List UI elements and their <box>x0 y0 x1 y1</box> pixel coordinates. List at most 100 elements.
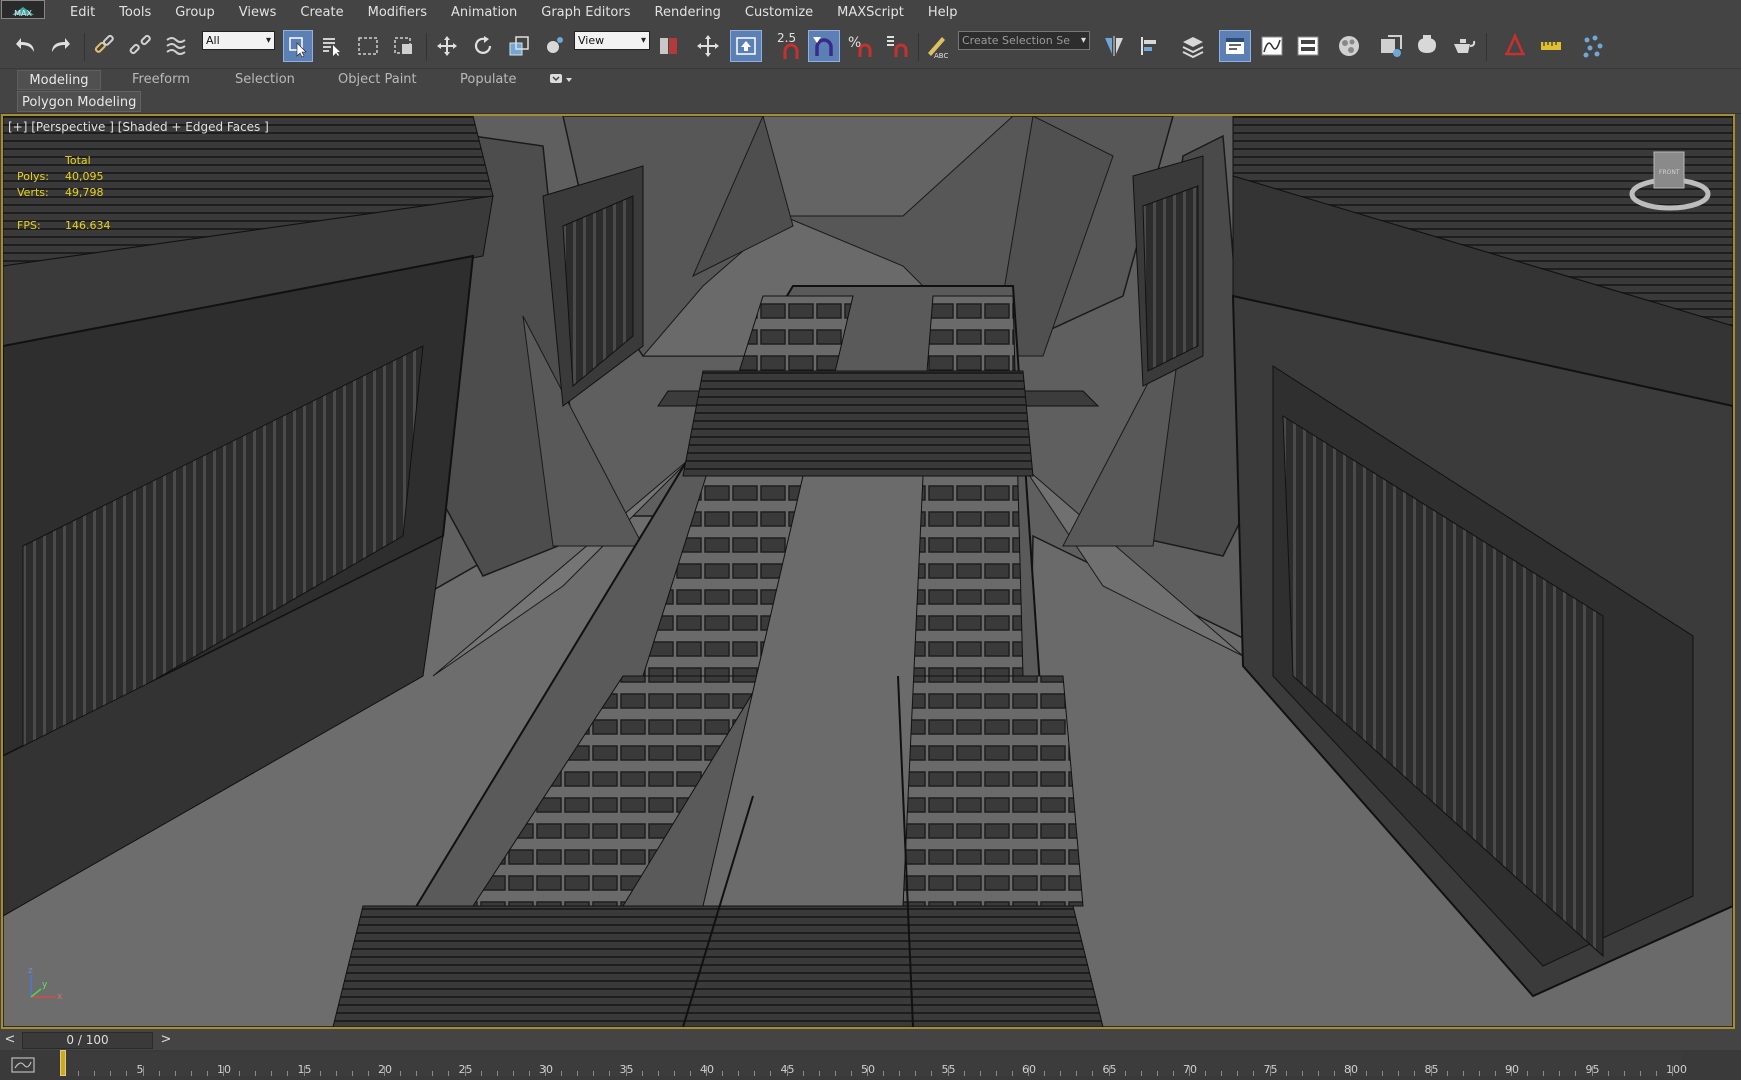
timeline-tick <box>448 1071 450 1076</box>
scene-converter-button[interactable] <box>1500 30 1530 62</box>
timeline-tick <box>1366 1071 1368 1076</box>
timeline-tick <box>206 1071 208 1076</box>
populate-button[interactable] <box>1578 30 1608 62</box>
scene-converter-icon <box>1505 33 1525 56</box>
timeline-tick <box>1237 1071 1239 1076</box>
select-by-name-button[interactable] <box>318 30 346 62</box>
timeline-tick-label: 55 <box>941 1063 956 1076</box>
perspective-viewport[interactable]: [+] [Perspective ] [Shaded + Edged Faces… <box>1 114 1735 1029</box>
timeline-tick-label: 40 <box>700 1063 714 1076</box>
rect-selection-region-button[interactable] <box>354 30 382 62</box>
layer-explorer-icon <box>1182 37 1204 59</box>
time-slider-next-button[interactable]: > <box>158 1031 174 1049</box>
tab-selection[interactable]: Selection <box>235 70 295 90</box>
menu-tools[interactable]: Tools <box>107 5 163 20</box>
tab-modeling[interactable]: Modeling <box>17 70 101 90</box>
timeline-tick-label: 100 <box>1666 1063 1687 1076</box>
mirror-button[interactable] <box>1100 30 1128 62</box>
angle-snap-button[interactable] <box>808 30 840 62</box>
time-slider-thumb[interactable]: 0 / 100 <box>22 1032 153 1049</box>
viewcube[interactable]: FRONT <box>1627 146 1713 220</box>
ribbon-options-button[interactable] <box>549 72 573 92</box>
material-editor-button[interactable] <box>1334 30 1364 62</box>
window-crossing-button[interactable] <box>390 30 418 62</box>
svg-text:ABC: ABC <box>934 52 948 59</box>
render-setup-button[interactable] <box>1376 30 1406 62</box>
select-manipulate-button[interactable] <box>694 30 722 62</box>
timeline-tick <box>158 1071 160 1076</box>
unlink-button[interactable] <box>126 30 154 62</box>
scene-explorer-button[interactable] <box>1219 30 1251 62</box>
menu-animation[interactable]: Animation <box>439 5 529 20</box>
timeline-playhead[interactable] <box>60 1050 66 1076</box>
percent-snap-button[interactable]: % <box>846 30 876 62</box>
schematic-view-button[interactable] <box>1294 30 1322 62</box>
align-icon <box>1141 37 1156 55</box>
stats-polys-value: 40,095 <box>65 170 104 183</box>
timeline-tick <box>271 1071 273 1076</box>
measure-button[interactable] <box>1536 30 1566 62</box>
curve-editor-button[interactable] <box>1258 30 1286 62</box>
link-button[interactable] <box>90 30 118 62</box>
timeline-tick <box>754 1071 756 1076</box>
stats-polys-label: Polys: <box>17 170 49 183</box>
timeline-tick <box>1382 1071 1384 1076</box>
tab-object-paint[interactable]: Object Paint <box>338 70 417 90</box>
spinner-snap-button[interactable] <box>882 30 912 62</box>
timeline-tick <box>963 1071 965 1076</box>
unlink-icon <box>129 34 151 55</box>
snaps-toggle-button[interactable]: 2.5 <box>772 30 804 62</box>
timeline-tick <box>1623 1071 1625 1076</box>
scale-button[interactable] <box>505 30 533 62</box>
rendered-frame-window-button[interactable] <box>1412 30 1442 62</box>
select-object-button[interactable] <box>283 30 313 62</box>
menu-customize[interactable]: Customize <box>733 5 825 20</box>
keyboard-shortcut-icon <box>736 37 756 55</box>
timeline-tick-label: 80 <box>1344 1063 1358 1076</box>
move-button[interactable] <box>433 30 461 62</box>
pivot-button[interactable] <box>541 30 569 62</box>
mini-curve-editor-icon[interactable] <box>10 1055 40 1075</box>
menu-create[interactable]: Create <box>288 5 355 20</box>
select-by-name-icon <box>323 38 340 56</box>
menu-views[interactable]: Views <box>227 5 289 20</box>
menu-rendering[interactable]: Rendering <box>643 5 733 20</box>
timeline-tick <box>577 1071 579 1076</box>
select-manipulate-icon <box>697 35 719 57</box>
reference-coord-dropdown[interactable]: View ▾ <box>574 31 650 50</box>
edit-named-selection-button[interactable]: ABC <box>922 30 952 62</box>
timeline-tick <box>1478 1071 1480 1076</box>
time-slider-prev-button[interactable]: < <box>2 1031 18 1049</box>
redo-button[interactable] <box>46 30 74 62</box>
polygon-modeling-panel[interactable]: Polygon Modeling <box>17 91 142 112</box>
menu-edit[interactable]: Edit <box>58 5 107 20</box>
align-button[interactable] <box>1136 30 1164 62</box>
menu-group[interactable]: Group <box>163 5 227 20</box>
layer-explorer-button[interactable] <box>1178 30 1208 62</box>
keyboard-shortcut-override-button[interactable] <box>730 30 762 62</box>
viewport-label[interactable]: [+] [Perspective ] [Shaded + Edged Faces… <box>8 120 269 134</box>
timeline-tick <box>1076 1071 1078 1076</box>
ribbon-tab-bar: Modeling Freeform Selection Object Paint… <box>0 69 1741 91</box>
timeline-ruler[interactable]: 5 10 15 20 25 30 35 40 45 50 55 60 65 70 75 80 85 90 95 100 <box>62 1052 1687 1076</box>
named-selection-sets-dropdown[interactable]: Create Selection Se ▾ <box>958 31 1090 50</box>
use-pivot-center-button[interactable] <box>654 30 684 62</box>
pivot-icon <box>547 37 563 53</box>
menu-graph-editors[interactable]: Graph Editors <box>529 5 642 20</box>
bind-space-warp-button[interactable] <box>162 30 190 62</box>
render-production-button[interactable] <box>1448 30 1478 62</box>
app-logo[interactable]: MAX <box>1 0 45 19</box>
undo-button[interactable] <box>12 30 40 62</box>
timeline-tick <box>1156 1071 1158 1076</box>
timeline-tick-label: 20 <box>378 1063 392 1076</box>
material-editor-icon <box>1339 36 1359 56</box>
menu-maxscript[interactable]: MAXScript <box>825 5 916 20</box>
tab-populate[interactable]: Populate <box>460 70 517 90</box>
tab-freeform[interactable]: Freeform <box>132 70 190 90</box>
rotate-button[interactable] <box>469 30 497 62</box>
menu-help[interactable]: Help <box>916 5 970 20</box>
menu-modifiers[interactable]: Modifiers <box>356 5 439 20</box>
timeline-tick-label: 70 <box>1183 1063 1197 1076</box>
selection-filter-dropdown[interactable]: All ▾ <box>202 31 275 50</box>
angle-snap-icon <box>813 37 833 56</box>
